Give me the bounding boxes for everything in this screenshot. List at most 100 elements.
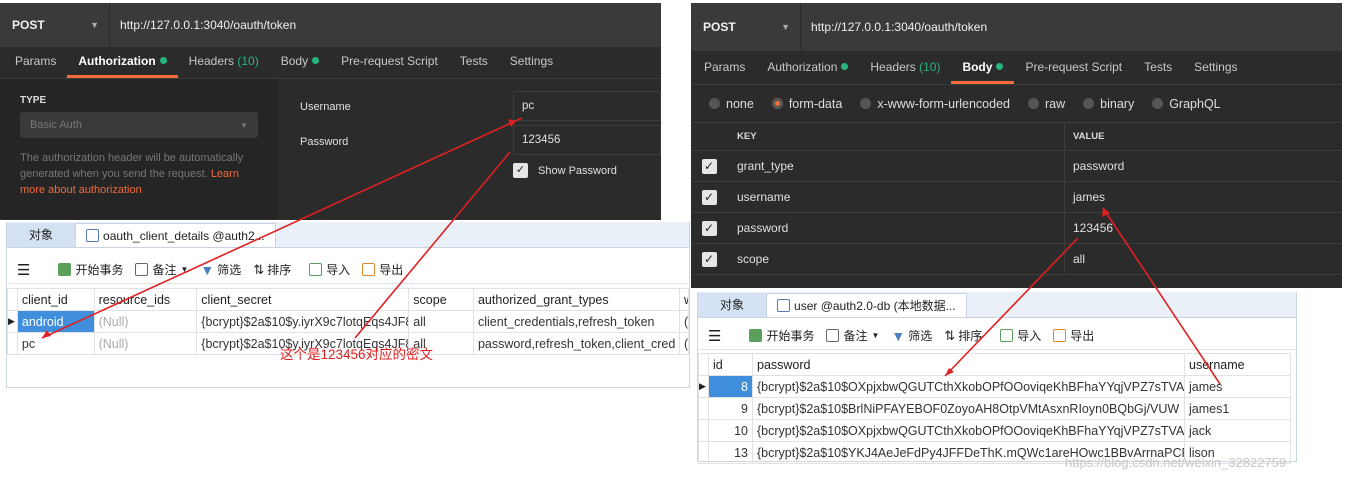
checkbox-checked-icon[interactable]: ✓ — [701, 220, 717, 236]
table-cell[interactable]: jack — [1184, 419, 1291, 442]
radio-binary[interactable]: binary — [1083, 97, 1134, 111]
key-cell[interactable]: username — [727, 182, 1065, 212]
url-input[interactable]: http://127.0.0.1:3040/oauth/token — [801, 20, 987, 34]
table-row[interactable]: 10 {bcrypt}$2a$10$OXpjxbwQGUTCthXkobOPfOO… — [698, 419, 1291, 442]
table-cell[interactable]: {bcrypt}$2a$10$OXpjxbwQGUTCthXkobOPfOOov… — [752, 419, 1185, 442]
table-cell[interactable]: 8 — [708, 375, 753, 398]
value-cell[interactable]: james — [1065, 190, 1105, 204]
checkbox-checked-icon[interactable]: ✓ — [701, 189, 717, 205]
table-cell[interactable]: {bcrypt}$2a$10$y.iyrX9c7lotqEqs4JF8 — [196, 310, 410, 333]
tab-tests[interactable]: Tests — [1133, 52, 1183, 84]
method-select[interactable]: POST ▼ — [0, 3, 110, 47]
auth-type-select[interactable]: Basic Auth ▼ — [20, 112, 258, 138]
import-button[interactable]: 导入 — [309, 261, 350, 278]
table-cell[interactable]: (Null) — [93, 332, 198, 355]
table-row[interactable]: ▶ 8 {bcrypt}$2a$10$OXpjxbwQGUTCthXkobOPfOO… — [698, 375, 1291, 398]
radio-x-www-form-urlencoded[interactable]: x-www-form-urlencoded — [860, 97, 1010, 111]
table-cell[interactable]: all — [408, 310, 474, 333]
sort-label: 排序 — [958, 329, 983, 343]
table-cell[interactable]: 10 — [708, 419, 753, 442]
key-cell[interactable]: password — [727, 213, 1065, 243]
table-cell[interactable]: ( — [678, 332, 690, 355]
tab-settings[interactable]: Settings — [499, 46, 564, 78]
memo-button[interactable]: 备注 ▼ — [826, 327, 879, 344]
value-cell[interactable]: password — [1065, 159, 1124, 173]
tab-params[interactable]: Params — [4, 46, 67, 78]
checkbox-checked-icon[interactable]: ✓ — [701, 158, 717, 174]
key-cell[interactable]: grant_type — [727, 151, 1065, 181]
tab-tests[interactable]: Tests — [449, 46, 499, 78]
begin-transaction-button[interactable]: 开始事务 — [749, 327, 814, 344]
tab-authorization[interactable]: Authorization — [756, 52, 859, 84]
key-cell[interactable]: scope — [727, 244, 1065, 274]
tab-objects[interactable]: 对象 — [7, 223, 76, 247]
tab-table[interactable]: user @auth2.0-db (本地数据... — [766, 293, 967, 317]
import-button[interactable]: 导入 — [1000, 327, 1041, 344]
column-header[interactable]: client_secret — [196, 288, 410, 311]
radio-none[interactable]: none — [709, 97, 754, 111]
table-cell[interactable]: ( — [678, 310, 690, 333]
table-row[interactable]: ▶ android (Null) {bcrypt}$2a$10$y.iyrX9c7lo… — [7, 310, 690, 333]
username-label: Username — [300, 101, 351, 113]
table-cell[interactable]: android — [16, 310, 95, 333]
status-dot-icon — [312, 57, 320, 64]
tab-pre-request-script[interactable]: Pre-request Script — [1014, 52, 1133, 84]
memo-button[interactable]: 备注 ▼ — [135, 261, 188, 278]
chevron-down-icon: ▼ — [781, 22, 790, 32]
export-button[interactable]: 导出 — [1053, 327, 1094, 344]
menu-icon[interactable]: ☰ — [708, 327, 721, 345]
tab-pre-request-script[interactable]: Pre-request Script — [330, 46, 449, 78]
value-cell[interactable]: 123456 — [1065, 221, 1113, 235]
row-indicator-header — [698, 353, 709, 376]
menu-icon[interactable]: ☰ — [17, 261, 30, 279]
method-select[interactable]: POST ▼ — [691, 3, 801, 51]
radio-raw[interactable]: raw — [1028, 97, 1065, 111]
column-header[interactable]: username — [1184, 353, 1291, 376]
tab-table[interactable]: oauth_client_details @auth2... — [75, 223, 276, 247]
table-cell[interactable]: {bcrypt}$2a$10$OXpjxbwQGUTCthXkobOPfOOov… — [752, 375, 1185, 398]
column-header[interactable]: authorized_grant_types — [472, 288, 680, 311]
column-header[interactable]: resource_ids — [93, 288, 198, 311]
begin-transaction-button[interactable]: 开始事务 — [58, 261, 123, 278]
table-row[interactable]: 9 {bcrypt}$2a$10$BrlNiPFAYEBOF0ZoyoAH8Otp… — [698, 397, 1291, 420]
value-cell[interactable]: all — [1065, 252, 1085, 266]
tab-label: Authorization — [767, 60, 838, 74]
table-cell[interactable]: james — [1184, 375, 1291, 398]
table-cell[interactable]: 13 — [708, 441, 753, 464]
tab-headers[interactable]: Headers (10) — [178, 46, 270, 78]
export-button[interactable]: 导出 — [362, 261, 403, 278]
tab-objects[interactable]: 对象 — [698, 293, 767, 317]
tab-body[interactable]: Body — [270, 46, 330, 78]
show-password-checkbox[interactable]: ✓ Show Password — [513, 163, 617, 178]
tab-params[interactable]: Params — [693, 52, 756, 84]
tab-headers[interactable]: Headers (10) — [859, 52, 951, 84]
password-input[interactable]: 123456 — [513, 125, 661, 155]
column-header[interactable]: password — [752, 353, 1185, 376]
username-input[interactable]: pc — [513, 91, 661, 121]
url-input[interactable]: http://127.0.0.1:3040/oauth/token — [110, 18, 296, 32]
table-cell[interactable]: james1 — [1184, 397, 1291, 420]
column-header[interactable]: client_id — [16, 288, 95, 311]
filter-button[interactable]: ▼ 筛选 — [891, 327, 932, 344]
status-dot-icon — [159, 57, 167, 64]
table-cell[interactable]: 9 — [708, 397, 753, 420]
radio-form-data[interactable]: form-data — [771, 97, 842, 111]
filter-button[interactable]: ▼ 筛选 — [200, 261, 241, 278]
tab-body[interactable]: Body — [951, 52, 1015, 84]
table-cell[interactable]: {bcrypt}$2a$10$BrlNiPFAYEBOF0ZoyoAH8OtpV… — [752, 397, 1185, 420]
table-cell[interactable]: password,refresh_token,client_cred — [472, 332, 680, 355]
column-header[interactable]: id — [708, 353, 753, 376]
radio-graphql[interactable]: GraphQL — [1152, 97, 1221, 111]
table-cell[interactable]: pc — [16, 332, 95, 355]
sort-button[interactable]: ⇅ 排序 — [253, 261, 291, 278]
column-header[interactable]: w — [678, 288, 690, 311]
table-cell[interactable]: (Null) — [93, 310, 198, 333]
column-header[interactable]: scope — [408, 288, 474, 311]
tab-settings[interactable]: Settings — [1183, 52, 1248, 84]
table-cell[interactable]: client_credentials,refresh_token — [472, 310, 680, 333]
export-label: 导出 — [379, 263, 404, 277]
checkbox-checked-icon[interactable]: ✓ — [701, 251, 717, 267]
sort-button[interactable]: ⇅ 排序 — [944, 327, 982, 344]
tab-title: oauth_client_details @auth2... — [103, 228, 265, 243]
tab-authorization[interactable]: Authorization — [67, 46, 178, 78]
